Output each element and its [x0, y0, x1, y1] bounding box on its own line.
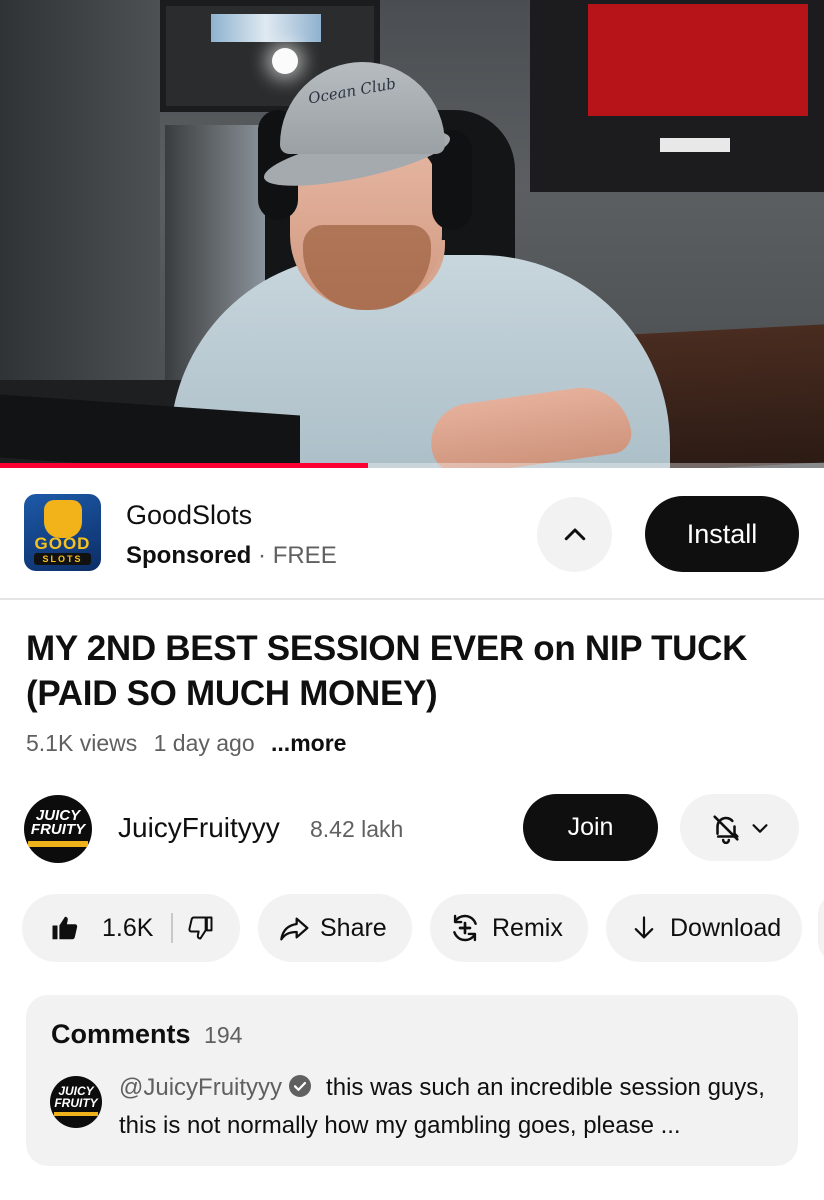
- download-arrow-icon: [634, 916, 654, 939]
- chevron-down-icon: [751, 823, 768, 833]
- channel-avatar-logo: JUICY FRUITY: [30, 807, 86, 838]
- video-meta[interactable]: 5.1K views 1 day ago ...more: [26, 730, 356, 757]
- video-light: [272, 48, 298, 74]
- ad-app-icon[interactable]: GOOD SLOTS: [24, 494, 101, 571]
- ad-price: FREE: [272, 542, 337, 569]
- notification-button[interactable]: [680, 794, 799, 861]
- thumbs-up-icon: [44, 500, 82, 538]
- ad-collapse-button[interactable]: [537, 497, 612, 572]
- comments-title: Comments: [51, 1019, 191, 1049]
- sponsored-ad[interactable]: GOOD SLOTS GoodSlots Sponsored · FREE In…: [0, 468, 824, 600]
- remix-label: Remix: [492, 913, 563, 942]
- more-actions-chip[interactable]: [818, 894, 824, 962]
- remix-button[interactable]: Remix: [430, 894, 588, 962]
- share-label: Share: [320, 913, 387, 942]
- video-title[interactable]: MY 2ND BEST SESSION EVER on NIP TUCK (PA…: [26, 626, 806, 716]
- chevron-up-icon: [564, 528, 585, 540]
- view-count: 5.1K views: [26, 730, 138, 756]
- verified-check-icon: [289, 1075, 312, 1097]
- ad-icon-label: GOOD: [34, 534, 91, 553]
- channel-avatar[interactable]: JUICY FRUITY: [24, 795, 92, 863]
- ad-subtitle: Sponsored · FREE: [126, 542, 337, 570]
- subscriber-count: 8.42 lakh: [310, 816, 404, 842]
- remix-icon: [453, 914, 477, 942]
- ad-app-name[interactable]: GoodSlots: [126, 500, 252, 531]
- comments-section[interactable]: Comments 194 JUICY FRUITY @JuicyFruityyy…: [26, 995, 798, 1166]
- like-divider: [171, 913, 173, 943]
- like-count[interactable]: 1.6K: [102, 914, 153, 943]
- channel-name[interactable]: JuicyFruityyy: [118, 812, 280, 844]
- download-label: Download: [670, 913, 782, 942]
- video-wall-frame-red: [530, 0, 824, 192]
- install-button[interactable]: Install: [645, 496, 799, 572]
- thumbs-down-icon[interactable]: [187, 914, 215, 942]
- comments-heading: Comments 194: [51, 1019, 242, 1050]
- comment-author[interactable]: @JuicyFruityyy: [119, 1074, 282, 1101]
- more-link[interactable]: ...more: [271, 730, 346, 756]
- top-comment[interactable]: @JuicyFruityyy this was such an incredibl…: [119, 1069, 779, 1145]
- comment-author-avatar[interactable]: JUICY FRUITY: [50, 1076, 102, 1128]
- share-icon: [280, 917, 309, 941]
- comment-avatar-logo: JUICY FRUITY: [54, 1084, 98, 1110]
- like-dislike-group: 1.6K: [22, 894, 240, 962]
- thumbs-up-icon[interactable]: [50, 913, 80, 943]
- ad-icon-sublabel: SLOTS: [34, 553, 91, 565]
- video-player[interactable]: Ocean Club: [0, 0, 824, 468]
- share-button[interactable]: Share: [258, 894, 412, 962]
- upload-age: 1 day ago: [153, 730, 255, 756]
- join-button[interactable]: Join: [523, 794, 658, 861]
- comments-count: 194: [204, 1022, 243, 1048]
- ad-sponsored-label: Sponsored: [126, 542, 252, 569]
- download-button[interactable]: Download: [606, 894, 802, 962]
- ad-separator: ·: [258, 542, 267, 569]
- bell-off-icon: [712, 814, 739, 844]
